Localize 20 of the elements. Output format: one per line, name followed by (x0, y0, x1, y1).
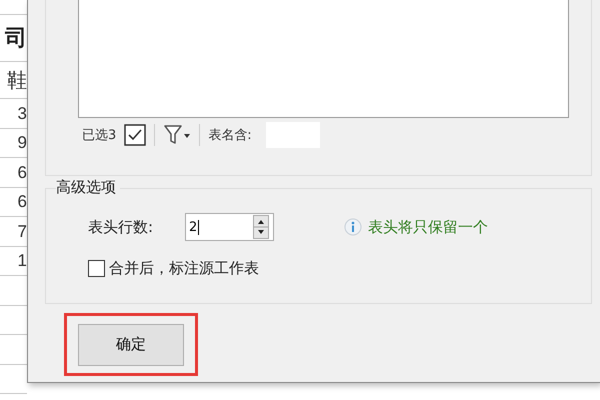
header-rows-spinbox[interactable]: 2 (185, 213, 274, 241)
spreadsheet-cell: 司 (5, 27, 27, 49)
group-title: 高级选项 (56, 178, 120, 197)
spreadsheet-cell: 6 (18, 193, 27, 210)
spreadsheet-cell: 9 (18, 134, 27, 152)
spin-arrows-icon[interactable] (253, 215, 269, 239)
hint-text: 表头将只保留一个 (368, 218, 488, 236)
info-icon (344, 218, 362, 236)
spreadsheet-cell: 3 (18, 104, 27, 122)
spreadsheet-cell: 1 (18, 252, 27, 270)
ok-button[interactable]: 确定 (78, 324, 184, 366)
selected-count: 已选3 (82, 127, 116, 144)
spreadsheet-cell: 7 (18, 222, 27, 240)
select-all-icon[interactable] (124, 124, 146, 146)
spreadsheet-cell: 鞋 (7, 70, 27, 90)
name-filter-label: 表名含: (208, 127, 252, 144)
filter-icon[interactable] (163, 124, 192, 146)
mark-source-checkbox[interactable]: 合并后，标注源工作表 (88, 259, 259, 278)
spreadsheet-cell: 6 (18, 164, 27, 181)
header-rows-label: 表头行数: (88, 218, 154, 236)
